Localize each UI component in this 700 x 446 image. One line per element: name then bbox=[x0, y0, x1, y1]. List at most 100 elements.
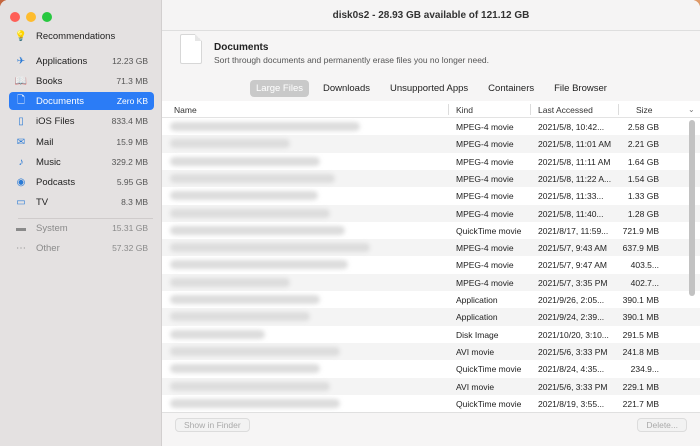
file-size: 241.8 MB bbox=[622, 346, 659, 357]
sidebar-item-label: Books bbox=[36, 75, 63, 87]
redacted-file-name bbox=[170, 295, 320, 304]
column-name[interactable]: Name bbox=[174, 105, 197, 115]
table-row[interactable]: MPEG-4 movie 2021/5/8, 11:22 A... 1.54 GB bbox=[162, 169, 700, 188]
sort-descending-icon[interactable]: ⌄ bbox=[688, 105, 695, 114]
redacted-file-name bbox=[170, 381, 330, 391]
delete-button[interactable]: Delete... bbox=[637, 418, 687, 432]
minimize-window-button[interactable] bbox=[26, 12, 36, 22]
sidebar-item-recommendations[interactable]: 💡 Recommendations bbox=[9, 27, 154, 45]
table-header: Name Kind Last Accessed Size ⌄ bbox=[162, 101, 700, 118]
sidebar: 💡 Recommendations ✈ Applications 12.23 GB 📖 Bo… bbox=[0, 0, 162, 446]
window-controls bbox=[10, 12, 52, 22]
table-row[interactable]: MPEG-4 movie 2021/5/7, 9:43 AM 637.9 MB bbox=[162, 239, 700, 257]
table-row[interactable]: AVI movie 2021/5/6, 3:33 PM 241.8 MB bbox=[162, 342, 700, 361]
redacted-file-name bbox=[170, 364, 320, 374]
sidebar-item-label: Music bbox=[36, 156, 61, 168]
sidebar-item-documents[interactable]: 🗋 Documents Zero KB bbox=[9, 92, 154, 110]
zoom-window-button[interactable] bbox=[42, 12, 52, 22]
file-size: 1.54 GB bbox=[627, 173, 659, 184]
sidebar-item-label: Podcasts bbox=[36, 176, 76, 188]
sidebar-item-size: 12.23 GB bbox=[112, 56, 148, 66]
book-icon: 📖 bbox=[14, 75, 28, 87]
sidebar-item-label: iOS Files bbox=[36, 115, 75, 127]
tab-containers[interactable]: Containers bbox=[482, 80, 540, 97]
table-row[interactable]: MPEG-4 movie 2021/5/8, 11:33... 1.33 GB bbox=[162, 187, 700, 204]
column-kind[interactable]: Kind bbox=[456, 105, 473, 115]
file-kind: MPEG-4 movie bbox=[456, 277, 514, 288]
file-kind: MPEG-4 movie bbox=[456, 208, 514, 219]
table-row[interactable]: MPEG-4 movie 2021/5/7, 3:35 PM 402.7... bbox=[162, 273, 700, 291]
table-row[interactable]: MPEG-4 movie 2021/5/8, 11:01 AM 2.21 GB bbox=[162, 135, 700, 153]
tab-unsupported-apps[interactable]: Unsupported Apps bbox=[384, 80, 474, 97]
close-window-button[interactable] bbox=[10, 12, 20, 22]
redacted-file-name bbox=[170, 277, 290, 287]
last-accessed-date: 2021/8/17, 11:59... bbox=[538, 225, 609, 236]
sidebar-divider bbox=[18, 218, 153, 219]
table-row[interactable]: MPEG-4 movie 2021/5/8, 11:40... 1.28 GB bbox=[162, 204, 700, 222]
table-row[interactable]: QuickTime movie 2021/8/24, 4:35... 234.9..… bbox=[162, 360, 700, 377]
sidebar-item-tv[interactable]: ▭ TV 8.3 MB bbox=[9, 193, 154, 211]
file-kind: MPEG-4 movie bbox=[456, 173, 514, 184]
sidebar-item-size: 71.3 MB bbox=[116, 76, 148, 86]
sidebar-item-podcasts[interactable]: ◉ Podcasts 5.95 GB bbox=[9, 173, 154, 191]
document-icon bbox=[180, 34, 202, 64]
table-row[interactable]: MPEG-4 movie 2021/5/8, 11:11 AM 1.64 GB bbox=[162, 153, 700, 170]
table-row[interactable]: Disk Image 2021/10/20, 3:10... 291.5 MB bbox=[162, 326, 700, 343]
category-title: Documents bbox=[214, 42, 269, 53]
tab-downloads[interactable]: Downloads bbox=[317, 80, 376, 97]
vertical-scrollbar[interactable] bbox=[689, 120, 695, 296]
sidebar-item-books[interactable]: 📖 Books 71.3 MB bbox=[9, 72, 154, 90]
tab-bar: Large Files Downloads Unsupported Apps C… bbox=[162, 75, 700, 101]
show-in-finder-button[interactable]: Show in Finder bbox=[175, 418, 250, 432]
lightbulb-icon: 💡 bbox=[14, 30, 28, 42]
category-header: Documents Sort through documents and per… bbox=[162, 31, 700, 75]
sidebar-item-size: 5.95 GB bbox=[116, 177, 148, 187]
file-kind: QuickTime movie bbox=[456, 398, 522, 409]
table-row[interactable]: MPEG-4 movie 2021/5/7, 9:47 AM 403.5... bbox=[162, 256, 700, 273]
sidebar-item-music[interactable]: ♪ Music 329.2 MB bbox=[9, 153, 154, 171]
sidebar-item-size: Zero KB bbox=[116, 96, 148, 106]
table-row[interactable]: MPEG-4 movie 2021/5/8, 10:42... 2.58 GB bbox=[162, 118, 700, 135]
file-kind: MPEG-4 movie bbox=[456, 260, 514, 271]
file-size: 390.1 MB bbox=[622, 312, 659, 323]
file-kind: QuickTime movie bbox=[456, 225, 522, 236]
tv-icon: ▭ bbox=[16, 196, 26, 208]
table-row[interactable]: Application 2021/9/24, 2:39... 390.1 MB bbox=[162, 308, 700, 326]
table-row[interactable]: Application 2021/9/26, 2:05... 390.1 MB bbox=[162, 291, 700, 308]
redacted-file-name bbox=[170, 398, 340, 408]
music-icon: ♪ bbox=[18, 156, 24, 168]
last-accessed-date: 2021/5/6, 3:33 PM bbox=[538, 381, 608, 392]
column-last-accessed[interactable]: Last Accessed bbox=[538, 105, 593, 115]
redacted-file-name bbox=[170, 243, 370, 253]
window-title: disk0s2 - 28.93 GB available of 121.12 G… bbox=[162, 0, 700, 31]
sidebar-item-mail[interactable]: ✉ Mail 15.9 MB bbox=[9, 133, 154, 151]
file-kind: MPEG-4 movie bbox=[456, 243, 514, 254]
sidebar-item-size: 329.2 MB bbox=[111, 157, 148, 167]
sidebar-item-system[interactable]: ▬ System 15.31 GB bbox=[9, 219, 154, 237]
file-size: 2.21 GB bbox=[627, 139, 659, 150]
file-size: 637.9 MB bbox=[622, 243, 659, 254]
sidebar-item-ios-files[interactable]: ▯ iOS Files 833.4 MB bbox=[9, 112, 154, 130]
file-size: 2.58 GB bbox=[627, 122, 659, 132]
last-accessed-date: 2021/5/7, 9:43 AM bbox=[538, 243, 607, 254]
category-description: Sort through documents and permanently e… bbox=[214, 55, 490, 65]
sidebar-item-applications[interactable]: ✈ Applications 12.23 GB bbox=[9, 52, 154, 70]
table-row[interactable]: QuickTime movie 2021/8/19, 3:55... 221.7 M… bbox=[162, 395, 700, 412]
tab-file-browser[interactable]: File Browser bbox=[548, 80, 613, 97]
podcast-icon: ◉ bbox=[16, 176, 26, 188]
sidebar-item-label: Other bbox=[36, 242, 60, 254]
sidebar-item-other[interactable]: ⋯ Other 57.32 GB bbox=[9, 239, 154, 257]
file-size: 721.9 MB bbox=[622, 225, 659, 236]
file-size: 229.1 MB bbox=[622, 381, 659, 392]
table-row[interactable]: AVI movie 2021/5/6, 3:33 PM 229.1 MB bbox=[162, 377, 700, 395]
last-accessed-date: 2021/5/8, 11:01 AM bbox=[538, 139, 612, 150]
last-accessed-date: 2021/5/8, 11:22 A... bbox=[538, 173, 612, 184]
file-size: 402.7... bbox=[630, 277, 659, 288]
column-size[interactable]: Size bbox=[636, 105, 653, 115]
table-row[interactable]: QuickTime movie 2021/8/17, 11:59... 721.9 … bbox=[162, 222, 700, 239]
last-accessed-date: 2021/5/8, 11:33... bbox=[538, 191, 604, 202]
redacted-file-name bbox=[170, 173, 335, 183]
sidebar-item-size: 15.9 MB bbox=[116, 137, 148, 147]
tab-large-files[interactable]: Large Files bbox=[250, 79, 309, 97]
last-accessed-date: 2021/5/6, 3:33 PM bbox=[538, 346, 608, 357]
